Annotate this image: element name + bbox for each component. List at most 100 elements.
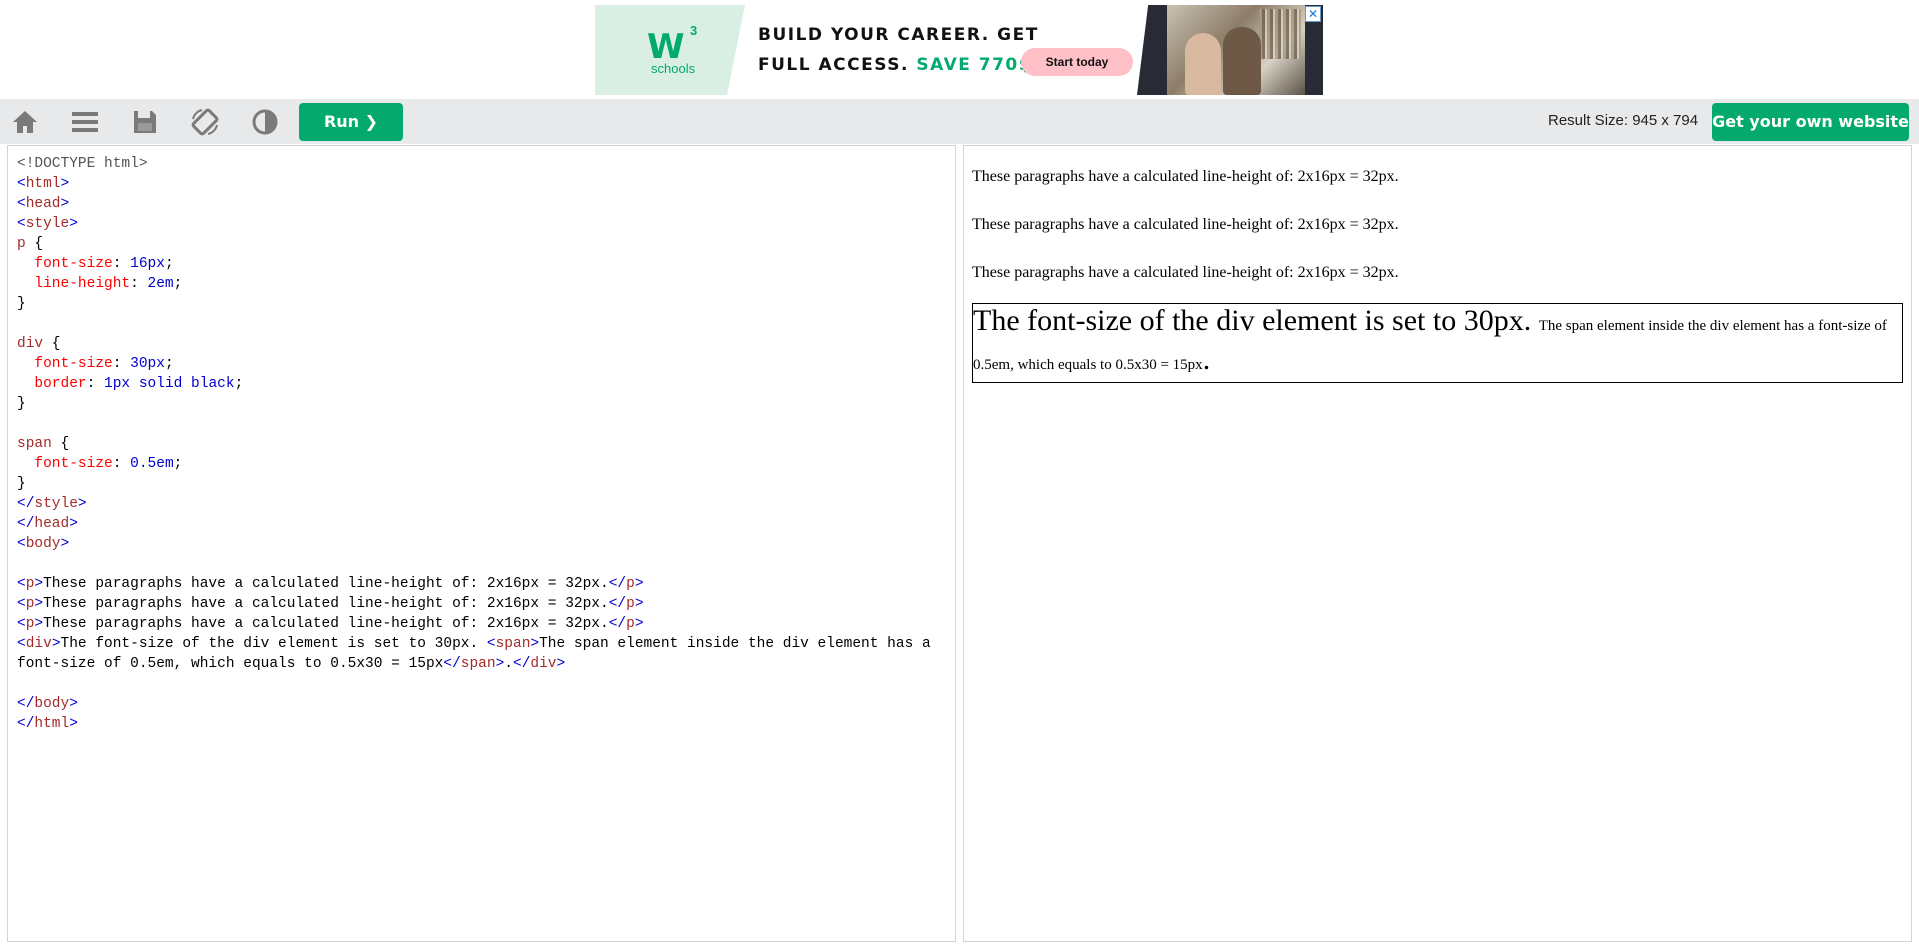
result-div-text: The font-size of the div element is set … — [973, 304, 1539, 337]
code-line[interactable]: <head> — [17, 194, 952, 214]
code-token: span — [460, 656, 496, 672]
code-line[interactable]: font-size: 0.5em; — [17, 454, 952, 474]
code-token: } — [17, 296, 26, 312]
code-token: div — [530, 656, 557, 672]
code-token: p — [17, 236, 26, 252]
code-token: style — [25, 216, 70, 232]
code-token: ; — [164, 356, 174, 372]
code-token: } — [17, 476, 26, 492]
code-line[interactable]: div { — [17, 334, 952, 354]
code-token: These paragraphs have a calculated line-… — [43, 616, 609, 632]
code-token: > — [634, 596, 644, 612]
result-size-label: Result Size: 945 x 794 — [1548, 112, 1699, 129]
ad-headline-line2: FULL ACCESS. SAVE 770$ — [758, 55, 1032, 75]
ad-headline-line1: BUILD YOUR CAREER. GET — [758, 25, 1039, 45]
home-icon[interactable] — [10, 107, 40, 137]
code-line[interactable]: <p>These paragraphs have a calculated li… — [17, 614, 952, 634]
code-token: : — [130, 276, 148, 292]
code-editor[interactable]: <!DOCTYPE html> <html> <head> <style> p { fo… — [8, 146, 955, 941]
code-line[interactable]: </head> — [17, 514, 952, 534]
code-token: ; — [173, 276, 183, 292]
code-token: > — [69, 696, 78, 712]
code-line[interactable]: <html> — [17, 174, 952, 194]
code-token: > — [34, 596, 44, 612]
menu-icon[interactable] — [70, 107, 100, 137]
code-token: > — [77, 496, 87, 512]
code-token: ; — [164, 256, 174, 272]
code-line[interactable]: border: 1px solid black; — [17, 374, 952, 394]
contrast-icon[interactable] — [250, 107, 280, 137]
editor-toolbar: Run ❯ Result Size: 945 x 794 Get your ow… — [0, 99, 1919, 144]
code-token: style — [34, 496, 78, 512]
run-button[interactable]: Run ❯ — [299, 103, 403, 141]
code-token: font-size — [34, 356, 113, 372]
code-line[interactable]: <!DOCTYPE html> — [17, 154, 952, 174]
code-token: html — [25, 176, 61, 192]
code-token: </ — [608, 596, 627, 612]
code-token: . — [504, 656, 513, 672]
save-icon[interactable] — [130, 107, 160, 137]
ad-close-icon[interactable]: ✕ — [1305, 6, 1321, 22]
w3schools-logo-superscript: 3 — [690, 23, 698, 38]
code-token: </ — [443, 656, 461, 672]
code-line[interactable]: </style> — [17, 494, 952, 514]
code-line[interactable]: } — [17, 474, 952, 494]
code-token: < — [17, 576, 26, 592]
code-line[interactable]: <div>The font-size of the div element is… — [17, 634, 952, 674]
code-line[interactable]: } — [17, 294, 952, 314]
code-token: div — [25, 636, 52, 652]
code-line[interactable]: font-size: 16px; — [17, 254, 952, 274]
code-line[interactable]: <p>These paragraphs have a calculated li… — [17, 594, 952, 614]
code-line[interactable] — [17, 554, 952, 574]
code-token: < — [17, 196, 26, 212]
code-line[interactable]: </body> — [17, 694, 952, 714]
code-token: > — [556, 656, 566, 672]
code-line[interactable] — [17, 674, 952, 694]
code-token: font-size — [34, 256, 113, 272]
code-token: </ — [17, 496, 35, 512]
code-line[interactable] — [17, 414, 952, 434]
code-token: : — [112, 456, 131, 472]
code-line[interactable]: font-size: 30px; — [17, 354, 952, 374]
code-token: < — [17, 176, 26, 192]
code-token: < — [17, 616, 26, 632]
code-token: ; — [234, 376, 244, 392]
code-token: < — [17, 636, 26, 652]
code-token: 0.5em — [130, 456, 174, 472]
code-token: <!DOCTYPE html> — [17, 156, 148, 172]
ad-banner-area: W 3 schools BUILD YOUR CAREER. GET FULL … — [0, 0, 1919, 99]
result-div-tail: . — [1202, 343, 1211, 376]
rotate-icon[interactable] — [190, 107, 220, 137]
code-token: > — [60, 536, 70, 552]
code-token: > — [34, 616, 44, 632]
code-token: font-size — [34, 456, 113, 472]
code-token: < — [17, 216, 26, 232]
code-token: </ — [17, 696, 35, 712]
code-line[interactable]: p { — [17, 234, 952, 254]
ad-start-today-button[interactable]: Start today — [1021, 48, 1133, 76]
code-token: 1px solid black — [104, 376, 235, 392]
code-line[interactable]: <style> — [17, 214, 952, 234]
code-line[interactable]: <p>These paragraphs have a calculated li… — [17, 574, 952, 594]
result-iframe[interactable]: These paragraphs have a calculated line-… — [964, 146, 1911, 941]
code-line[interactable]: span { — [17, 434, 952, 454]
code-token: { — [51, 436, 70, 452]
code-token: These paragraphs have a calculated line-… — [43, 596, 609, 612]
code-line[interactable] — [17, 314, 952, 334]
code-line[interactable]: <body> — [17, 534, 952, 554]
code-token: </ — [17, 716, 35, 732]
code-token: : — [86, 376, 105, 392]
code-text[interactable]: <!DOCTYPE html> <html> <head> <style> p { fo… — [17, 154, 952, 734]
code-line[interactable]: } — [17, 394, 952, 414]
code-token: </ — [17, 516, 35, 532]
ad-headline-accent: SAVE 770$ — [916, 55, 1033, 75]
code-token: ; — [173, 456, 183, 472]
code-token: 2em — [147, 276, 174, 292]
code-line[interactable]: line-height: 2em; — [17, 274, 952, 294]
code-token: The font-size of the div element is set … — [60, 636, 487, 652]
code-line[interactable]: </html> — [17, 714, 952, 734]
get-your-own-website-button[interactable]: Get your own website — [1712, 103, 1909, 141]
ad-banner[interactable]: W 3 schools BUILD YOUR CAREER. GET FULL … — [595, 5, 1323, 95]
